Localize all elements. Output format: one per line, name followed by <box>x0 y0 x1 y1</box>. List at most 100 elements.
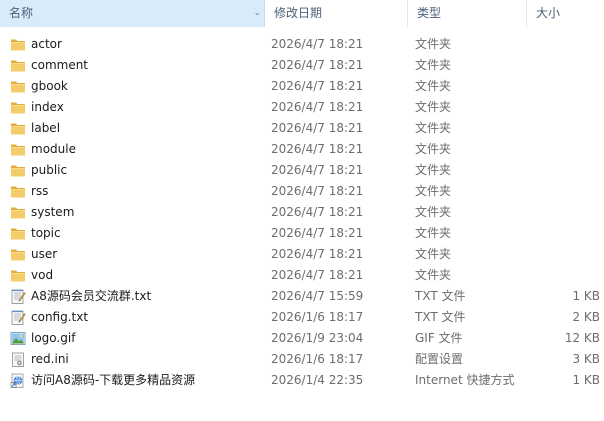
file-modified-date: 2026/4/7 18:21 <box>271 121 364 135</box>
file-modified-date: 2026/1/9 23:04 <box>271 331 364 345</box>
folder-icon <box>10 160 28 181</box>
file-row[interactable]: actor 2026/4/7 18:21 文件夹 <box>0 34 604 55</box>
file-size <box>527 55 600 76</box>
folder-icon <box>10 34 28 55</box>
file-size <box>527 181 600 202</box>
file-name: system <box>31 205 75 219</box>
file-size: 2 KB <box>572 310 600 324</box>
folder-icon <box>10 202 28 223</box>
file-type: 文件夹 <box>415 247 452 261</box>
file-row[interactable]: index 2026/4/7 18:21 文件夹 <box>0 97 604 118</box>
file-size: 3 KB <box>572 352 600 366</box>
text-file-icon <box>10 307 28 328</box>
file-modified-date: 2026/4/7 18:21 <box>271 205 364 219</box>
file-row[interactable]: module 2026/4/7 18:21 文件夹 <box>0 139 604 160</box>
column-header-size-label: 大小 <box>536 6 561 20</box>
file-size <box>527 244 600 265</box>
file-type: 文件夹 <box>415 121 452 135</box>
file-size <box>527 76 600 97</box>
chevron-down-icon[interactable]: ⌄ <box>253 0 261 27</box>
column-header-type-label: 类型 <box>417 6 442 20</box>
internet-shortcut-icon <box>10 370 28 391</box>
file-type: TXT 文件 <box>415 289 466 303</box>
folder-icon <box>10 55 28 76</box>
file-size <box>527 160 600 181</box>
file-row[interactable]: A8源码会员交流群.txt 2026/4/7 15:59 TXT 文件 1 KB <box>0 286 604 307</box>
file-row[interactable]: label 2026/4/7 18:21 文件夹 <box>0 118 604 139</box>
file-type: 文件夹 <box>415 226 452 240</box>
file-name: actor <box>31 37 62 51</box>
column-header-date[interactable]: 修改日期 <box>265 0 408 27</box>
file-type: 配置设置 <box>415 352 464 366</box>
file-name: index <box>31 100 64 114</box>
file-modified-date: 2026/4/7 18:21 <box>271 37 364 51</box>
column-header-name-label: 名称 <box>9 6 34 20</box>
file-row[interactable]: comment 2026/4/7 18:21 文件夹 <box>0 55 604 76</box>
folder-icon <box>10 223 28 244</box>
file-type: Internet 快捷方式 <box>415 373 515 387</box>
file-modified-date: 2026/4/7 18:21 <box>271 247 364 261</box>
file-modified-date: 2026/1/6 18:17 <box>271 352 364 366</box>
file-explorer: 名称 ^ ⌄ 修改日期 类型 大小 actor 2026/4/7 18:21 文件夹… <box>0 0 604 421</box>
file-modified-date: 2026/4/7 18:21 <box>271 184 364 198</box>
column-header-size[interactable]: 大小 <box>527 0 604 27</box>
file-size: 1 KB <box>572 289 600 303</box>
file-modified-date: 2026/4/7 18:21 <box>271 163 364 177</box>
file-modified-date: 2026/1/4 22:35 <box>271 373 364 387</box>
file-name: label <box>31 121 61 135</box>
file-size <box>527 223 600 244</box>
folder-icon <box>10 139 28 160</box>
file-type: 文件夹 <box>415 163 452 177</box>
folder-icon <box>10 76 28 97</box>
folder-icon <box>10 244 28 265</box>
file-modified-date: 2026/4/7 18:21 <box>271 58 364 72</box>
column-header-name[interactable]: 名称 ^ ⌄ <box>0 0 265 27</box>
file-name: gbook <box>31 79 68 93</box>
file-name: A8源码会员交流群.txt <box>31 289 152 303</box>
file-type: 文件夹 <box>415 268 452 282</box>
column-header-type[interactable]: 类型 <box>408 0 527 27</box>
file-row[interactable]: config.txt 2026/1/6 18:17 TXT 文件 2 KB <box>0 307 604 328</box>
file-row[interactable]: vod 2026/4/7 18:21 文件夹 <box>0 265 604 286</box>
file-name: config.txt <box>31 310 89 324</box>
file-size: 12 KB <box>564 331 600 345</box>
file-modified-date: 2026/4/7 18:21 <box>271 226 364 240</box>
file-row[interactable]: red.ini 2026/1/6 18:17 配置设置 3 KB <box>0 349 604 370</box>
file-name: logo.gif <box>31 331 76 345</box>
file-type: 文件夹 <box>415 37 452 51</box>
file-type: 文件夹 <box>415 142 452 156</box>
file-row[interactable]: user 2026/4/7 18:21 文件夹 <box>0 244 604 265</box>
file-modified-date: 2026/4/7 18:21 <box>271 268 364 282</box>
image-file-icon <box>10 328 28 349</box>
file-row[interactable]: system 2026/4/7 18:21 文件夹 <box>0 202 604 223</box>
file-type: 文件夹 <box>415 58 452 72</box>
file-name: topic <box>31 226 61 240</box>
sort-ascending-icon: ^ <box>126 0 135 9</box>
column-header-date-label: 修改日期 <box>274 6 323 20</box>
file-size <box>527 118 600 139</box>
file-size <box>527 97 600 118</box>
settings-file-icon <box>10 349 28 370</box>
file-size <box>527 139 600 160</box>
file-row[interactable]: rss 2026/4/7 18:21 文件夹 <box>0 181 604 202</box>
file-type: 文件夹 <box>415 184 452 198</box>
file-modified-date: 2026/4/7 18:21 <box>271 79 364 93</box>
file-type: TXT 文件 <box>415 310 466 324</box>
file-size <box>527 34 600 55</box>
folder-icon <box>10 181 28 202</box>
file-row[interactable]: public 2026/4/7 18:21 文件夹 <box>0 160 604 181</box>
file-modified-date: 2026/1/6 18:17 <box>271 310 364 324</box>
file-name: user <box>31 247 58 261</box>
file-name: public <box>31 163 68 177</box>
file-name: comment <box>31 58 89 72</box>
file-row[interactable]: topic 2026/4/7 18:21 文件夹 <box>0 223 604 244</box>
file-size <box>527 265 600 286</box>
file-type: 文件夹 <box>415 79 452 93</box>
file-type: GIF 文件 <box>415 331 463 345</box>
file-type: 文件夹 <box>415 205 452 219</box>
file-row[interactable]: logo.gif 2026/1/9 23:04 GIF 文件 12 KB <box>0 328 604 349</box>
file-row[interactable]: 访问A8源码-下载更多精品资源 2026/1/4 22:35 Internet 快捷… <box>0 370 604 391</box>
file-row[interactable]: gbook 2026/4/7 18:21 文件夹 <box>0 76 604 97</box>
file-modified-date: 2026/4/7 18:21 <box>271 142 364 156</box>
file-size <box>527 202 600 223</box>
